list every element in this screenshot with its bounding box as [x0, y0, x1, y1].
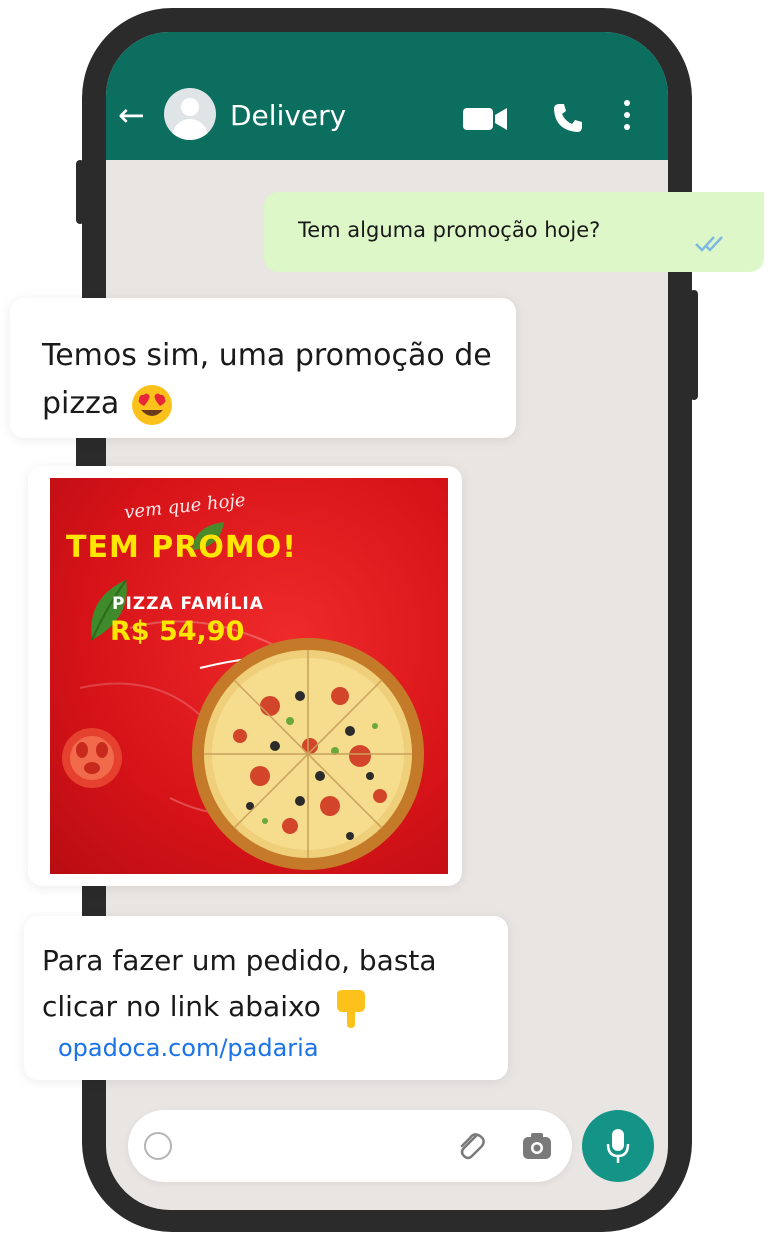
contact-name[interactable]: Delivery — [230, 98, 346, 134]
phone-icon[interactable] — [552, 102, 584, 134]
more-options-icon[interactable] — [622, 100, 632, 134]
message-text-content: Para fazer um pedido, basta clicar no li… — [42, 944, 437, 1023]
back-arrow-icon[interactable]: ← — [118, 98, 152, 132]
avatar-head-icon — [181, 98, 199, 116]
promo-headline: TEM PROMO! — [66, 530, 297, 565]
camera-icon[interactable] — [522, 1132, 552, 1160]
avatar[interactable] — [164, 88, 216, 140]
microphone-icon — [606, 1129, 630, 1163]
heart-eyes-emoji — [132, 384, 173, 425]
promo-image[interactable]: vem que hoje TEM PROMO! PIZZA FAMÍLIA R$… — [50, 478, 448, 874]
incoming-image-message[interactable]: vem que hoje TEM PROMO! PIZZA FAMÍLIA R$… — [28, 466, 462, 886]
emoji-icon[interactable] — [144, 1132, 172, 1160]
promo-product: PIZZA FAMÍLIA — [112, 594, 264, 614]
chat-header: ← Delivery — [106, 32, 668, 160]
outgoing-message[interactable]: Tem alguma promoção hoje? — [264, 192, 764, 272]
order-link[interactable]: opadoca.com/padaria — [58, 1034, 319, 1062]
message-text: Para fazer um pedido, basta clicar no li… — [42, 938, 502, 1030]
pointing-down-emoji — [336, 990, 365, 1028]
paperclip-icon[interactable] — [456, 1130, 486, 1162]
message-text: Temos sim, uma promoção de pizza — [42, 332, 512, 428]
incoming-message[interactable]: Para fazer um pedido, basta clicar no li… — [24, 916, 508, 1080]
pizza-image — [192, 638, 424, 870]
incoming-message[interactable]: Temos sim, uma promoção de pizza — [10, 298, 516, 438]
microphone-button[interactable] — [582, 1110, 654, 1182]
message-input-bar[interactable] — [128, 1110, 572, 1182]
message-text: Tem alguma promoção hoje? — [298, 218, 601, 242]
phone-side-button — [76, 160, 84, 224]
video-call-icon[interactable] — [462, 106, 508, 132]
avatar-body-icon — [172, 119, 208, 140]
tomato-image — [62, 728, 122, 788]
phone-side-button — [690, 290, 698, 400]
message-text-content: Temos sim, uma promoção de pizza — [42, 338, 492, 421]
read-ticks-icon — [695, 236, 723, 252]
